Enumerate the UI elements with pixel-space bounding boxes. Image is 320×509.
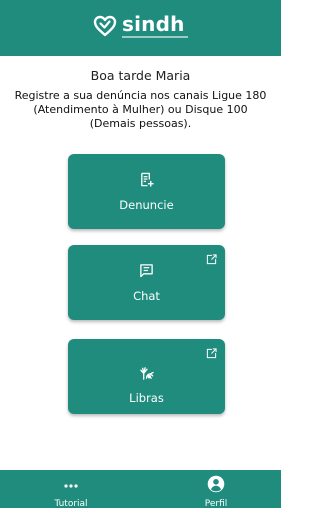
instruction-text: Registre a sua denúncia nos canais Ligue…	[14, 89, 267, 130]
hands-heart-icon	[93, 15, 117, 36]
denuncie-label: Denuncie	[119, 198, 174, 212]
report-icon	[68, 172, 225, 187]
libras-label: Libras	[129, 391, 164, 405]
libras-button[interactable]: Libras	[68, 339, 225, 414]
external-link-icon	[206, 348, 217, 359]
greeting-text: Boa tarde Maria	[90, 68, 191, 83]
denuncie-button[interactable]: Denuncie	[68, 154, 225, 229]
user-profile-icon	[171, 475, 261, 493]
app-logo: sindh	[0, 13, 281, 38]
app-header: sindh	[0, 0, 281, 56]
chat-label: Chat	[133, 289, 160, 303]
chat-icon	[68, 263, 225, 278]
sign-language-icon	[68, 365, 225, 380]
tab-profile[interactable]: Perfil	[171, 470, 261, 509]
chat-button[interactable]: Chat	[68, 245, 225, 320]
logo-wordmark: sindh	[122, 13, 188, 38]
bottom-navigation: Tutorial Perfil	[0, 470, 281, 509]
logo-text: sindh	[122, 12, 185, 36]
more-dots-icon	[26, 484, 116, 488]
logo-tagline-line	[122, 36, 188, 38]
tab-tutorial[interactable]: Tutorial	[26, 470, 116, 509]
